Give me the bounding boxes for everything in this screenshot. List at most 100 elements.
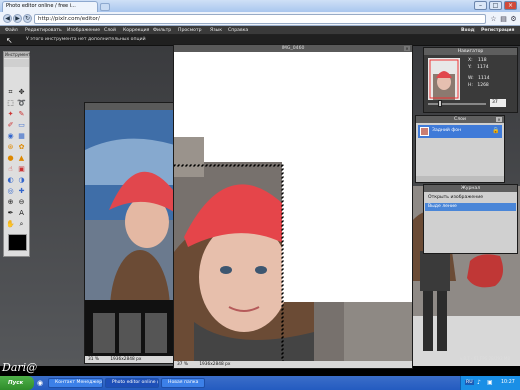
taskbar-item[interactable]: Новая папка <box>161 378 205 388</box>
eraser-icon[interactable]: ▭ <box>17 121 26 130</box>
menu-help[interactable]: Справка <box>228 26 248 35</box>
main-zoom-value[interactable]: 37 <box>177 362 182 367</box>
spot-heal-icon[interactable]: ✚ <box>17 187 26 196</box>
register-link[interactable]: Регистрация <box>481 26 514 35</box>
navigator-thumbnail[interactable] <box>428 58 460 100</box>
maximize-window-button[interactable]: □ <box>489 1 502 10</box>
tool-grid: ⌗ ✥ ⬚ ➰ ✦ ✎ ✐ ▭ ◉ ▦ ⊛ ✿ ● ▲ ☝ ▣ ◐ ◑ ◎ ✚ … <box>5 88 28 254</box>
blur-icon[interactable]: ● <box>6 154 15 163</box>
tool-options-hint: У этого инструмента нет дополнительных о… <box>26 37 146 42</box>
lasso-icon[interactable]: ➰ <box>17 99 26 108</box>
gradient-icon[interactable]: ▦ <box>17 132 26 141</box>
sponge-icon[interactable]: ▣ <box>17 165 26 174</box>
document-window-back[interactable]: 31 % 1936x2848 px <box>84 102 176 364</box>
main-window-titlebar[interactable]: IMG_0460 <box>174 45 412 52</box>
back-icon[interactable]: ◀ <box>3 14 12 23</box>
login-link[interactable]: Вход <box>461 26 474 35</box>
forward-icon[interactable]: ▶ <box>13 14 22 23</box>
wand-icon[interactable]: ✦ <box>6 110 15 119</box>
taskbar: Пуск ◉ Контакт Менеджер Photo editor onl… <box>0 376 520 390</box>
close-layers-button[interactable]: × <box>496 117 502 122</box>
clone-icon[interactable]: ⊛ <box>6 143 15 152</box>
browser-toolbar: ◀ ▶ ↻ http://pixlr.com/editor/ ☆ ▤ ⚙ <box>0 12 520 26</box>
main-document-canvas <box>174 52 412 364</box>
layer-row[interactable]: Задний фон 🔒 <box>418 125 502 138</box>
nav-h-label: H: <box>468 83 473 88</box>
watermark-text: Dari@ <box>2 361 38 374</box>
browser-tab-bar: Photo editor online / free i... – □ × <box>0 0 520 12</box>
lock-icon: 🔒 <box>492 127 500 134</box>
taskbar-item-active[interactable]: Photo editor online / f... <box>105 378 159 388</box>
menu-adjustment[interactable]: Коррекция <box>123 26 149 35</box>
star-icon[interactable]: ☆ <box>489 15 498 23</box>
bloat-icon[interactable]: ⊕ <box>6 198 15 207</box>
document-title: IMG_0460 <box>281 46 305 51</box>
quicklaunch-icon[interactable]: ◉ <box>37 379 43 387</box>
browser-tab[interactable]: Photo editor online / free i... <box>2 1 98 12</box>
history-title: Журнал <box>424 185 517 192</box>
crop-icon[interactable]: ⌗ <box>6 88 15 97</box>
sharpen-icon[interactable]: ▲ <box>17 154 26 163</box>
brush-icon[interactable]: ✐ <box>6 121 15 130</box>
nav-y-value: 1174 <box>477 65 489 70</box>
document-window-main[interactable]: IMG_0460 × 37 % 1936x2848 px <box>173 44 413 369</box>
layers-footer <box>416 176 504 182</box>
close-document-button[interactable]: × <box>404 46 410 51</box>
menu-file[interactable]: Файл <box>5 26 18 35</box>
reload-icon[interactable]: ↻ <box>23 14 32 23</box>
system-tray: RU ♪ ▣ 10:27 <box>460 376 520 390</box>
app-menu-bar: Файл Редактировать Изображение Слой Корр… <box>0 26 520 35</box>
menu-edit[interactable]: Редактировать <box>25 26 62 35</box>
nav-zoom-handle[interactable] <box>438 100 442 107</box>
marquee-icon[interactable]: ⬚ <box>6 99 15 108</box>
pinch-icon[interactable]: ⊖ <box>17 198 26 207</box>
close-window-button[interactable]: × <box>504 1 517 10</box>
version-text: v.8.7 - 61 FPS 28/292 MB <box>460 356 511 361</box>
picker-icon[interactable]: ✒ <box>6 209 15 218</box>
nav-x-label: X: <box>468 58 473 63</box>
navigator-panel: Навигатор X: 118 Y: 1174 W: 1114 H: 1268… <box>423 47 518 113</box>
nav-zoom-field[interactable]: 37 <box>490 99 506 107</box>
start-button[interactable]: Пуск <box>0 376 34 390</box>
menu-image[interactable]: Изображение <box>67 26 100 35</box>
language-indicator[interactable]: RU <box>465 380 474 385</box>
back-window-titlebar[interactable] <box>85 103 175 110</box>
menu-language[interactable]: Язык <box>210 26 222 35</box>
taskbar-item[interactable]: Контакт Менеджер <box>48 378 103 388</box>
history-item-selected[interactable]: Выде ление <box>425 203 516 211</box>
address-bar[interactable]: http://pixlr.com/editor/ <box>34 14 486 24</box>
back-document-canvas <box>85 110 175 356</box>
type-icon[interactable]: A <box>17 209 26 218</box>
nav-w-row: W: 1114 <box>468 76 490 81</box>
smudge-icon[interactable]: ☝ <box>6 165 15 174</box>
wrench-icon[interactable]: ⚙ <box>509 15 518 23</box>
minimize-window-button[interactable]: – <box>474 1 487 10</box>
pointer-icon: ↖ <box>6 36 13 45</box>
main-window-status: 37 % 1936x2848 px <box>174 361 412 368</box>
redeye-icon[interactable]: ◎ <box>6 187 15 196</box>
pencil-icon[interactable]: ✎ <box>17 110 26 119</box>
zoom-icon[interactable]: ⌕ <box>17 220 26 229</box>
volume-icon[interactable]: ♪ <box>477 379 481 386</box>
nav-x-row: X: 118 <box>468 58 487 63</box>
dodge-icon[interactable]: ◐ <box>6 176 15 185</box>
color-replace-icon[interactable]: ✿ <box>17 143 26 152</box>
nav-y-label: Y: <box>468 65 472 70</box>
history-item[interactable]: Открыть изображение <box>425 194 516 202</box>
tab-title: Photo editor online / free i... <box>6 3 76 9</box>
new-tab-button[interactable] <box>100 3 110 11</box>
nav-zoom-slider[interactable] <box>428 103 486 105</box>
menu-filter[interactable]: Фильтр <box>153 26 171 35</box>
burn-icon[interactable]: ◑ <box>17 176 26 185</box>
clock: 10:27 <box>501 380 515 385</box>
menu-layer[interactable]: Слой <box>104 26 116 35</box>
history-panel: Журнал Открыть изображение Выде ление <box>423 184 518 254</box>
hand-icon[interactable]: ✋ <box>6 220 15 229</box>
back-zoom-value[interactable]: 31 <box>88 357 93 362</box>
move-icon[interactable]: ✥ <box>17 88 26 97</box>
menu-view[interactable]: Просмотр <box>178 26 202 35</box>
bucket-icon[interactable]: ◉ <box>6 132 15 141</box>
network-icon[interactable]: ▣ <box>487 379 493 386</box>
page-menu-icon[interactable]: ▤ <box>499 15 508 23</box>
color-swatch[interactable] <box>8 234 27 251</box>
